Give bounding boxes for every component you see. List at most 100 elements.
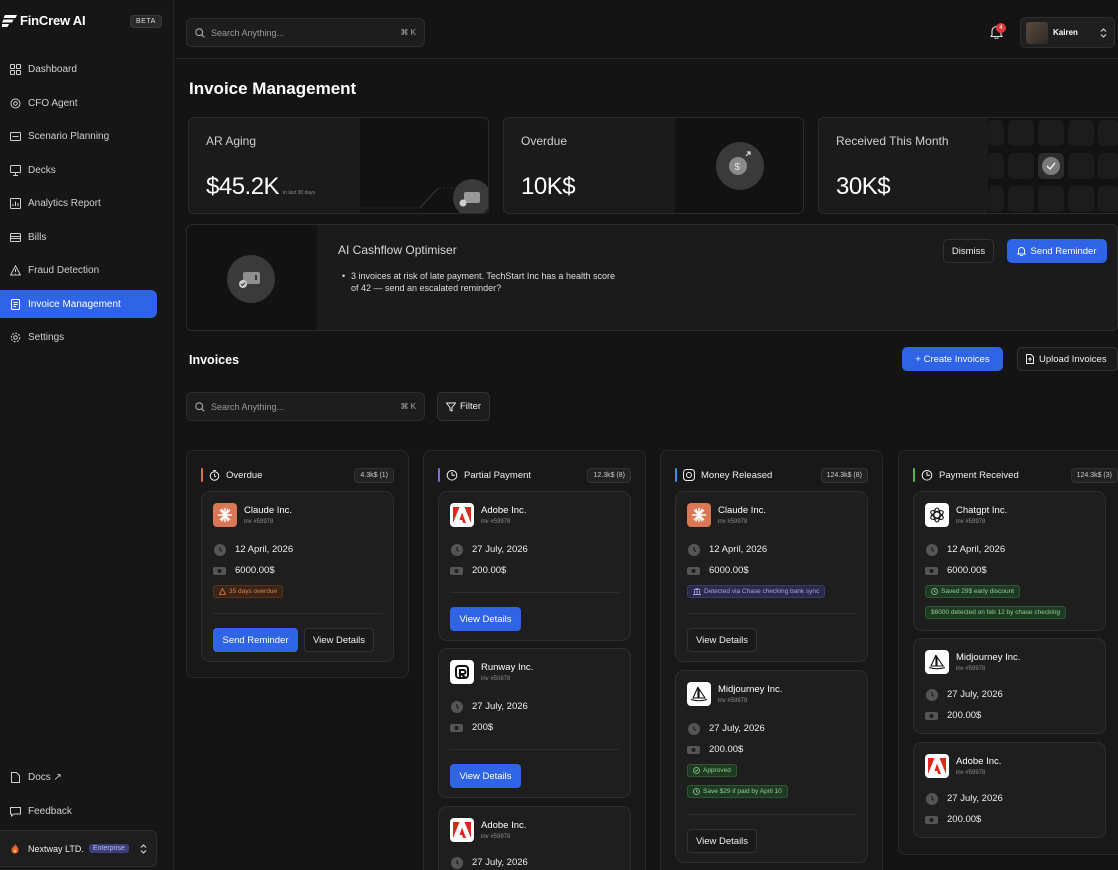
due-date: 27 July, 2026 [472,857,528,868]
search-input[interactable]: Search Anything... [211,402,284,412]
sidebar-item-analytics-report[interactable]: Analytics Report [0,189,157,217]
column-color-bar [913,468,915,482]
clock-icon [450,700,463,713]
analytics-icon [9,197,21,209]
search-shortcut: ⌘ K [400,402,416,411]
due-date: 12 April, 2026 [235,544,294,555]
sidebar-item-bills[interactable]: Bills [0,223,157,251]
dismiss-button[interactable]: Dismiss [943,239,994,263]
invoice-card[interactable]: Midjourney Inc. inv #59978 27 July, 2026 … [913,638,1106,734]
fincrew-logo-icon [2,14,17,27]
view-details-button[interactable]: View Details [304,628,374,652]
invoice-number: inv #59978 [718,519,748,525]
bank-sync-badge: Detected via Chase checking bank sync [687,585,826,598]
wallet-icon [9,231,21,243]
view-details-button[interactable]: View Details [450,764,521,788]
divider [213,613,382,614]
global-search[interactable]: Search Anything... ⌘ K [186,18,425,47]
create-invoices-button[interactable]: + Create Invoices [902,347,1003,371]
invoice-number: inv #50878 [481,676,511,682]
sidebar-item-label: Bills [28,231,47,243]
column-total: 124.3k$ (3) [1070,467,1118,483]
amount: 200.00$ [947,814,982,825]
clock-icon [925,688,938,701]
gear-icon [9,331,21,343]
sidebar-item-docs[interactable]: Docs ↗ [0,763,157,791]
search-icon [195,27,205,38]
sidebar-item-scenario-planning[interactable]: Scenario Planning [0,122,157,150]
stat-label: AR Aging [206,134,257,148]
column-header: Payment Received 124.3k$ (3) [913,465,1118,485]
sidebar-item-feedback[interactable]: Feedback [0,797,157,825]
cash-icon [213,564,226,577]
presentation-icon [9,164,21,176]
invoice-card[interactable]: Runway Inc. inv #50878 27 July, 2026 200$… [438,648,631,798]
sidebar-item-label: Decks [28,164,56,176]
app-logo[interactable]: FinCrew AI [2,13,86,28]
detected-badge: $6000 detected on feb 12 by chase checki… [925,606,1067,619]
stat-label: Received This Month [836,134,949,148]
search-icon [195,401,205,412]
sidebar-item-decks[interactable]: Decks [0,156,157,184]
sidebar-item-cfo-agent[interactable]: CFO Agent [0,89,157,117]
upload-icon [1025,354,1035,364]
column-total: 124.3k$ (8) [820,467,868,483]
company-name: Claude Inc. [718,505,767,516]
sidebar-item-settings[interactable]: Settings [0,323,157,351]
invoice-card[interactable]: Adobe Inc. inv #59978 27 July, 2026 200.0… [438,491,631,641]
sidebar-item-dashboard[interactable]: Dashboard [0,55,157,83]
discount-badge: Save $29 if paid by April 10 [687,785,788,798]
amount: 200.00$ [472,565,507,576]
company-name: Adobe Inc. [481,820,527,831]
view-details-button[interactable]: View Details [450,607,521,631]
bell-icon [1017,246,1027,256]
optimiser-message: 3 invoices at risk of late payment. Tech… [342,270,616,294]
invoice-card[interactable]: Chatgpt Inc. inv #59978 12 April, 2026 60… [913,491,1106,631]
divider [687,814,856,815]
view-details-button[interactable]: View Details [687,628,757,652]
cash-icon [925,564,938,577]
invoice-number: inv #59978 [244,519,274,525]
invoice-search[interactable]: Search Anything... ⌘ K [186,392,425,421]
invoice-number: inv #59978 [481,519,511,525]
adobe-logo-icon [450,503,474,527]
invoice-card[interactable]: Adobe Inc. inv #59978 27 July, 2026 [438,806,631,870]
flame-icon [10,843,20,854]
stat-illustration [360,118,488,213]
sidebar-item-label: Settings [28,331,65,343]
sidebar-item-fraud-detection[interactable]: Fraud Detection [0,256,157,284]
cash-icon [450,721,463,734]
board-column-overdue: Overdue 4.3k$ (1) Claude Inc. inv #59978 … [186,450,409,678]
stat-card-ar-aging: AR Aging $45.2K in last 30 days [188,117,489,214]
send-reminder-button[interactable]: Send Reminder [1007,239,1107,263]
beta-badge: BETA [130,15,162,28]
invoice-card[interactable]: Midjourney Inc. inv #59978 27 July, 2026 … [675,670,868,863]
sidebar-item-label: Fraud Detection [28,264,100,276]
search-input[interactable]: Search Anything... [211,28,284,38]
sidebar-item-invoice-management[interactable]: Invoice Management [0,290,157,318]
view-details-button[interactable]: View Details [687,829,757,853]
stat-value: 10K$ [521,173,576,200]
amount: 200$ [472,722,494,733]
send-reminder-button[interactable]: Send Reminder [213,628,298,652]
company-name: Runway Inc. [481,662,534,673]
invoice-card[interactable]: Claude Inc. inv #59978 12 April, 2026 600… [675,491,868,662]
user-menu[interactable]: Kairen [1020,17,1115,48]
cash-icon [925,813,938,826]
invoice-card[interactable]: Claude Inc. inv #59978 12 April, 2026 600… [201,491,394,662]
cash-icon [450,564,463,577]
filter-button[interactable]: Filter [437,392,490,421]
due-date: 12 April, 2026 [947,544,1006,555]
company-name: Adobe Inc. [481,505,527,516]
divider [450,592,619,593]
overdue-badge: 35 days overdue [213,585,284,598]
scenario-icon [9,130,21,142]
org-switcher[interactable]: Nextway LTD. Enterprise [0,830,157,867]
warning-icon [219,588,226,595]
upload-invoices-button[interactable]: Upload Invoices [1017,347,1118,371]
column-title: Overdue [226,469,263,481]
clock-icon [209,469,220,481]
amount: 6000.00$ [235,565,275,576]
stat-card-overdue: $ Overdue 10K$ [503,117,804,214]
invoice-card[interactable]: Adobe Inc. inv #59978 27 July, 2026 200.0… [913,742,1106,838]
